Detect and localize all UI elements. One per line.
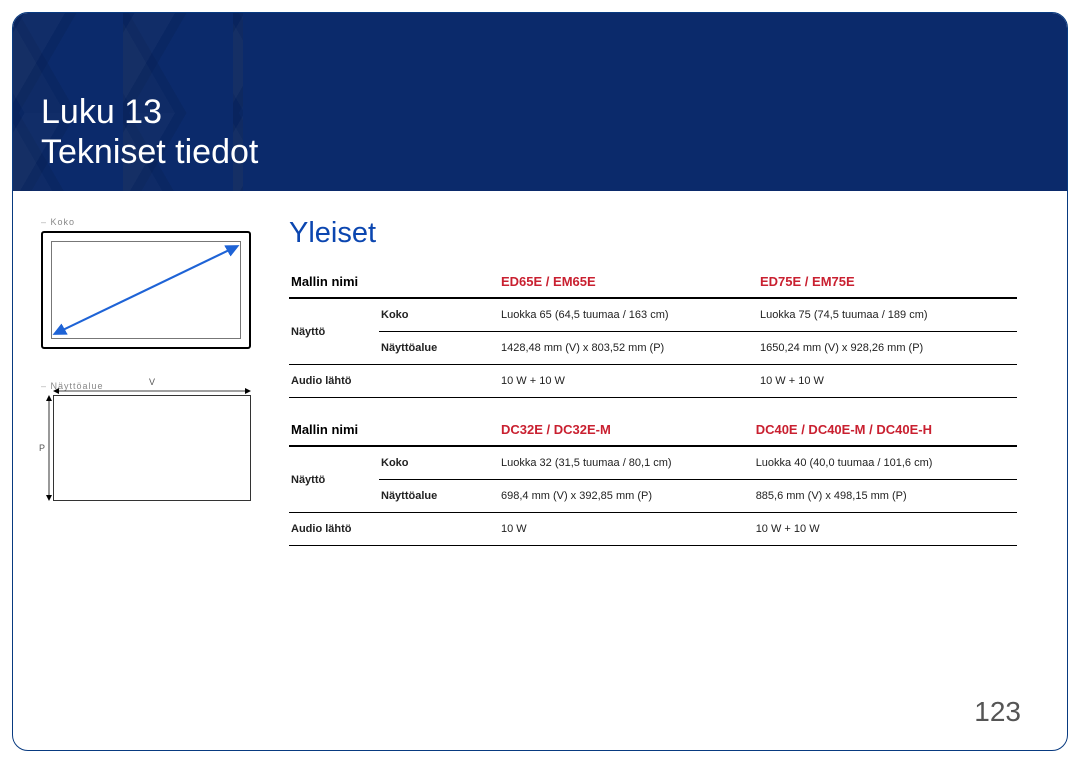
col-model-a: ED65E / EM65E [499, 266, 758, 298]
dimension-v-arrow-icon [53, 387, 251, 388]
col-model-a: DC32E / DC32E-M [499, 414, 754, 446]
table-row: Näyttöalue 698,4 mm (V) x 392,85 mm (P) … [289, 480, 1017, 513]
cell-value: Luokka 65 (64,5 tuumaa / 163 cm) [499, 298, 758, 332]
row-koko: Koko [379, 446, 499, 480]
cell-value: 10 W [499, 513, 754, 546]
side-diagrams: Koko Näyttöalue V [41, 217, 261, 562]
cell-value: 10 W + 10 W [758, 365, 1017, 398]
table-row: Näyttöalue 1428,48 mm (V) x 803,52 mm (P… [289, 332, 1017, 365]
cell-value: 698,4 mm (V) x 392,85 mm (P) [499, 480, 754, 513]
chapter-banner: Luku 13 Tekniset tiedot [13, 13, 1067, 191]
table-header-row: Mallin nimi DC32E / DC32E-M DC40E / DC40… [289, 414, 1017, 446]
dimension-p-arrow-icon [45, 395, 53, 501]
cell-value: Luokka 32 (31,5 tuumaa / 80,1 cm) [499, 446, 754, 480]
row-audio: Audio lähtö [289, 365, 499, 398]
cell-value: 1428,48 mm (V) x 803,52 mm (P) [499, 332, 758, 365]
table-row: Näyttö Koko Luokka 32 (31,5 tuumaa / 80,… [289, 446, 1017, 480]
size-diagram [41, 231, 251, 349]
row-koko: Koko [379, 298, 499, 332]
page-number: 123 [974, 696, 1021, 728]
row-naytto: Näyttö [289, 446, 379, 513]
spec-table-1: Mallin nimi ED65E / EM65E ED75E / EM75E … [289, 266, 1017, 398]
cell-value: 10 W + 10 W [499, 365, 758, 398]
row-nayttoalue: Näyttöalue [379, 332, 499, 365]
display-area-diagram: V P [53, 395, 251, 501]
dimension-v-label: V [53, 377, 251, 387]
table-row: Audio lähtö 10 W + 10 W 10 W + 10 W [289, 365, 1017, 398]
content-row: Koko Näyttöalue V [13, 191, 1067, 562]
banner-title-group: Luku 13 Tekniset tiedot [41, 94, 258, 171]
col-mallin-nimi: Mallin nimi [289, 414, 499, 446]
cell-value: 10 W + 10 W [754, 513, 1017, 546]
diagonal-arrow-icon [51, 241, 241, 339]
cell-value: Luokka 75 (74,5 tuumaa / 189 cm) [758, 298, 1017, 332]
col-mallin-nimi: Mallin nimi [289, 266, 499, 298]
page-frame: Luku 13 Tekniset tiedot Koko [12, 12, 1068, 751]
spec-table-2: Mallin nimi DC32E / DC32E-M DC40E / DC40… [289, 414, 1017, 546]
chapter-label: Luku 13 [41, 94, 258, 131]
row-audio: Audio lähtö [289, 513, 499, 546]
spec-main: Yleiset Mallin nimi ED65E / EM65E ED75E … [289, 217, 1017, 562]
koko-caption: Koko [41, 217, 261, 227]
section-heading-yleiset: Yleiset [289, 217, 1017, 250]
col-model-b: ED75E / EM75E [758, 266, 1017, 298]
table-row: Audio lähtö 10 W 10 W + 10 W [289, 513, 1017, 546]
cell-value: 1650,24 mm (V) x 928,26 mm (P) [758, 332, 1017, 365]
chapter-title: Tekniset tiedot [41, 134, 258, 171]
row-naytto: Näyttö [289, 298, 379, 365]
table-header-row: Mallin nimi ED65E / EM65E ED75E / EM75E [289, 266, 1017, 298]
cell-value: Luokka 40 (40,0 tuumaa / 101,6 cm) [754, 446, 1017, 480]
col-model-b: DC40E / DC40E-M / DC40E-H [754, 414, 1017, 446]
table-row: Näyttö Koko Luokka 65 (64,5 tuumaa / 163… [289, 298, 1017, 332]
cell-value: 885,6 mm (V) x 498,15 mm (P) [754, 480, 1017, 513]
row-nayttoalue: Näyttöalue [379, 480, 499, 513]
